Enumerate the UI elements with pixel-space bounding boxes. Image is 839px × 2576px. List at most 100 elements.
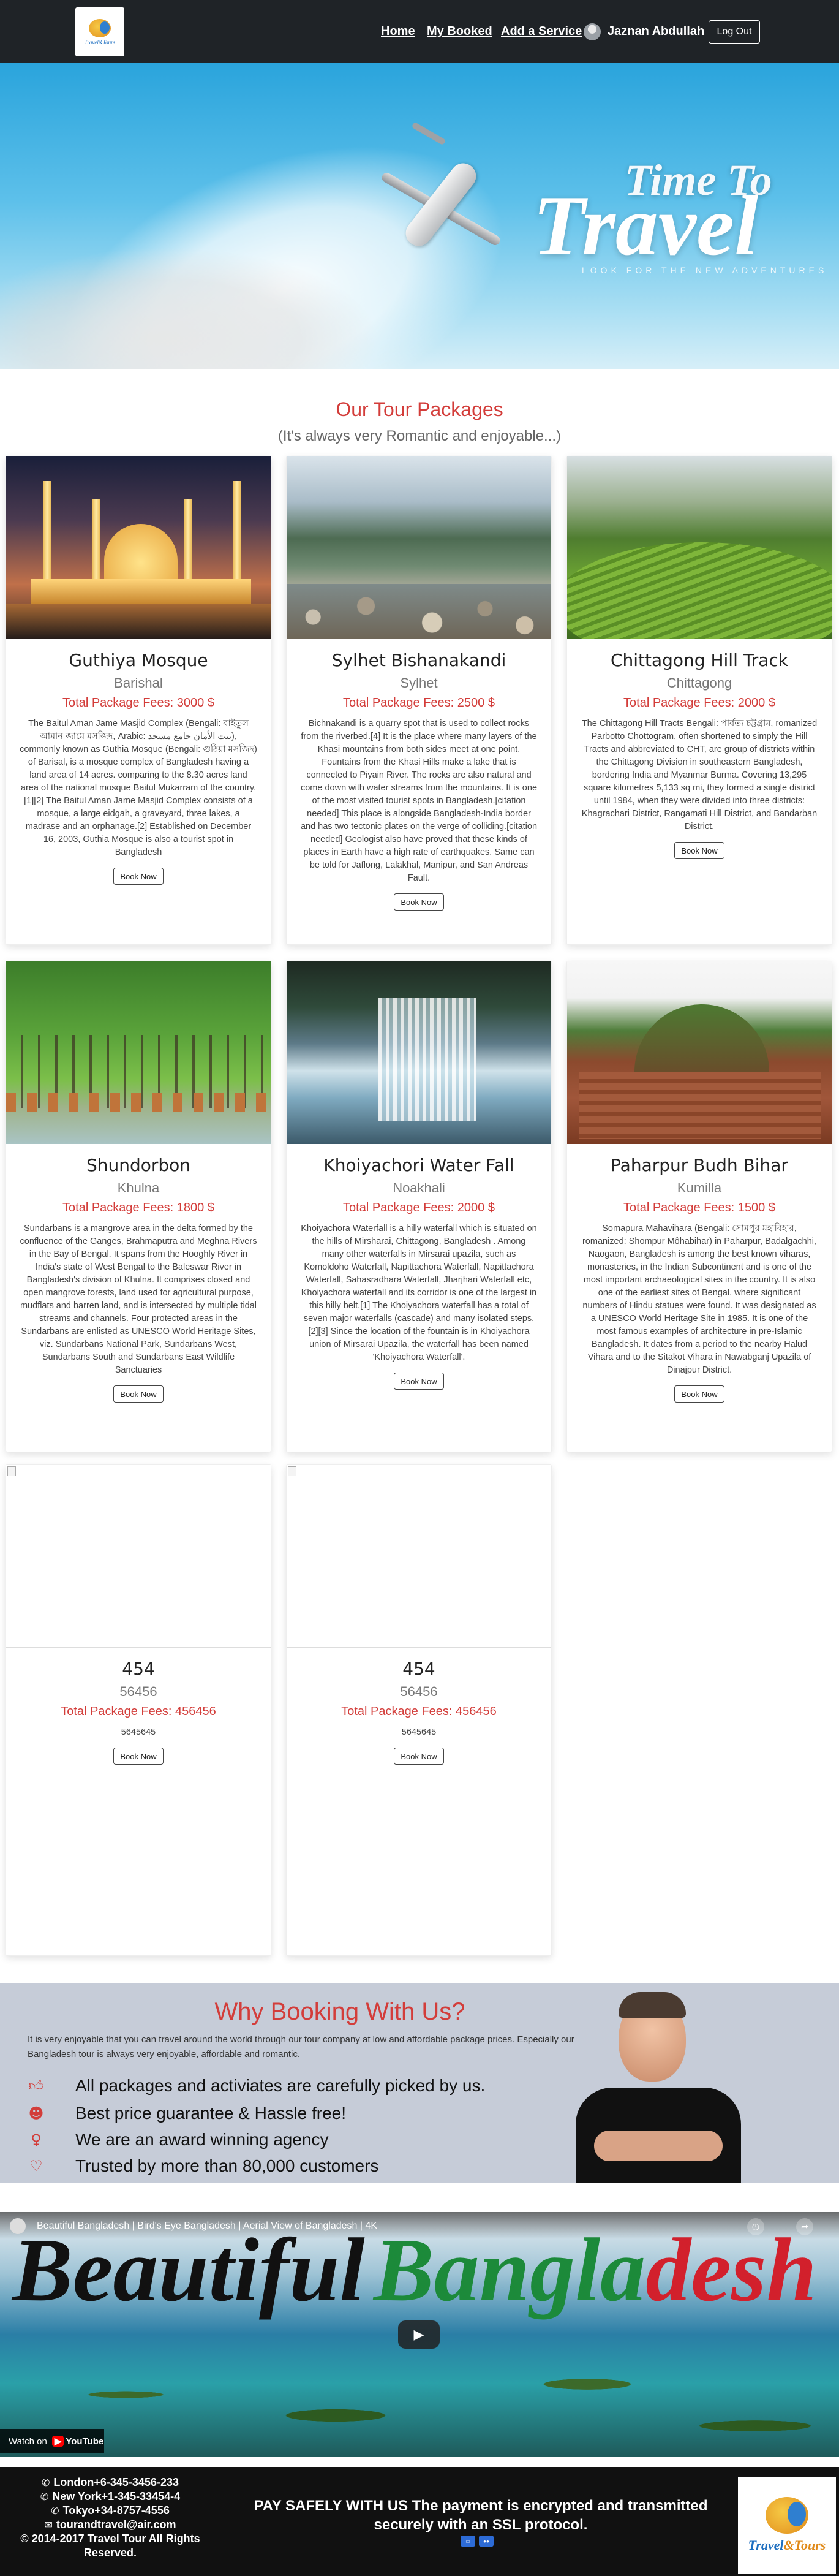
contact-text: London+6-345-3456-233	[53, 2476, 179, 2488]
book-now-button[interactable]: Book Now	[113, 1385, 164, 1403]
contact-new-york: ✆ New York+1-345-33454-4	[12, 2490, 208, 2504]
package-card: Khoiyachori Water Fall Noakhali Total Pa…	[286, 961, 552, 1452]
package-image-mosque	[6, 456, 271, 639]
package-image-sundarbans	[6, 961, 271, 1144]
youtube-label: YouTube	[66, 2436, 104, 2447]
youtube-play-icon: ▶	[51, 2436, 64, 2447]
hero-banner: Time To Travel LOOK FOR THE NEW ADVENTUR…	[0, 63, 839, 369]
page: Travel&Tours Home My Booked Add a Servic…	[0, 0, 839, 2576]
nav-link-home[interactable]: Home	[381, 25, 415, 39]
package-name: Chittagong Hill Track	[610, 650, 789, 670]
channel-avatar[interactable]	[10, 2218, 26, 2234]
package-name: Khoiyachori Water Fall	[323, 1155, 514, 1175]
book-now-button[interactable]: Book Now	[394, 1748, 444, 1765]
package-card: Shundorbon Khulna Total Package Fees: 18…	[6, 961, 271, 1452]
package-name: Sylhet Bishanakandi	[331, 650, 506, 670]
clock-icon[interactable]: ◷	[747, 2218, 764, 2235]
package-name: Paharpur Budh Bihar	[611, 1155, 788, 1175]
package-description: The Baitul Aman Jame Masjid Complex (Ben…	[20, 719, 257, 857]
site-logo[interactable]: Travel&Tours	[75, 7, 124, 56]
credit-card-icon: ▭	[461, 2536, 475, 2547]
package-description: Sundarbans is a mangrove area in the del…	[20, 1224, 257, 1375]
video-title[interactable]: Beautiful Bangladesh | Bird's Eye Bangla…	[37, 2221, 377, 2232]
contact-text: tourandtravel@air.com	[56, 2518, 176, 2531]
contact-info: ✆ London+6-345-3456-233 ✆ New York+1-345-3…	[12, 2476, 208, 2560]
package-image-paharpur	[567, 961, 832, 1144]
footer-logo[interactable]: Travel&Tours	[738, 2477, 836, 2574]
package-location: Barishal	[114, 675, 163, 691]
footer: ✆ London+6-345-3456-233 ✆ New York+1-345-3…	[0, 2467, 839, 2576]
book-now-button[interactable]: Book Now	[113, 868, 164, 885]
hero-tagline: LOOK FOR THE NEW ADVENTURES	[582, 265, 828, 275]
broken-image-icon	[288, 1466, 296, 1476]
package-location: Khulna	[117, 1180, 160, 1195]
book-now-button[interactable]: Book Now	[394, 893, 444, 911]
packages-title: Our Tour Packages	[336, 398, 503, 420]
package-card: Paharpur Budh Bihar Kumilla Total Packag…	[566, 961, 832, 1452]
package-location: 56456	[119, 1684, 157, 1699]
package-card: 454 56456 Total Package Fees: 456456 564…	[286, 1464, 552, 1956]
package-card: Chittagong Hill Track Chittagong Total P…	[566, 456, 832, 945]
package-fee: Total Package Fees: 456456	[61, 1705, 216, 1718]
youtube-video-embed[interactable]: Beautiful Bangladesh Beautiful Banglades…	[0, 2212, 839, 2457]
book-now-button[interactable]: Book Now	[394, 1373, 444, 1390]
footer-logo-text-orange: &Tours	[783, 2537, 826, 2553]
package-fee: Total Package Fees: 2500 $	[343, 696, 495, 710]
why-item: ♡ Trusted by more than 80,000 customers	[28, 2156, 378, 2176]
package-description: 5645645	[401, 1727, 437, 1737]
heart-icon: ♡	[29, 2157, 43, 2175]
spokesperson-photo	[576, 1983, 741, 2183]
footer-logo-text: Travel&Tours	[748, 2537, 826, 2553]
logo-mark-icon	[89, 18, 111, 37]
package-name: Guthiya Mosque	[69, 650, 208, 670]
package-image-broken	[6, 1465, 271, 1648]
package-location: 56456	[400, 1684, 438, 1699]
package-fee: Total Package Fees: 2000 $	[623, 696, 775, 710]
contact-tokyo: ✆ Tokyo+34-8757-4556	[12, 2504, 208, 2518]
package-fee: Total Package Fees: 456456	[341, 1705, 497, 1718]
package-fee: Total Package Fees: 2000 $	[343, 1201, 495, 1214]
book-now-button[interactable]: Book Now	[674, 842, 724, 859]
why-text: It is very enjoyable that you can travel…	[28, 2034, 574, 2059]
package-image-sylhet	[287, 456, 551, 639]
nav-link-add-service[interactable]: Add a Service	[501, 25, 582, 39]
footer-logo-text-blue: Travel	[748, 2537, 784, 2553]
play-button[interactable]: ▶	[398, 2320, 440, 2349]
package-name: 454	[122, 1659, 155, 1679]
email-icon: ✉	[44, 2519, 53, 2531]
watch-on-youtube-button[interactable]: Watch on ▶ YouTube	[0, 2429, 104, 2453]
why-item-label: Best price guarantee & Hassle free!	[75, 2104, 347, 2123]
award-icon: ♀	[31, 2131, 42, 2148]
youtube-logo: ▶ YouTube	[51, 2436, 104, 2447]
broken-image-icon	[7, 1466, 16, 1476]
package-fee: Total Package Fees: 1500 $	[623, 1201, 775, 1214]
package-location: Kumilla	[677, 1180, 722, 1195]
package-fee: Total Package Fees: 1800 $	[62, 1201, 214, 1214]
package-fee: Total Package Fees: 3000 $	[62, 696, 214, 710]
why-item: 👍︎ All packages and activiates are caref…	[28, 2075, 485, 2096]
nav-link-my-booked[interactable]: My Booked	[427, 25, 492, 39]
copyright: © 2014-2017 Travel Tour All Rights Reser…	[12, 2532, 208, 2560]
book-now-button[interactable]: Book Now	[113, 1748, 164, 1765]
video-landscape	[0, 2353, 839, 2457]
packages-subtitle: (It's always very Romantic and enjoyable…	[277, 428, 562, 444]
phone-icon: ✆	[42, 2477, 50, 2488]
package-description: Khoiyachora Waterfall is a hilly waterfa…	[301, 1224, 537, 1362]
why-item: ♀ We are an award winning agency	[28, 2129, 329, 2150]
share-icon[interactable]: ➦	[796, 2218, 813, 2235]
package-image-chittagong	[567, 456, 832, 639]
package-location: Noakhali	[393, 1180, 445, 1195]
why-item-label: We are an award winning agency	[75, 2130, 329, 2149]
logout-button[interactable]: Log Out	[709, 20, 760, 44]
package-name: Shundorbon	[86, 1155, 191, 1175]
package-description: The Chittagong Hill Tracts Bengali: পার্…	[581, 719, 818, 832]
why-booking-section: Why Booking With Us? It is very enjoyabl…	[0, 1983, 839, 2183]
contact-text: Tokyo+34-8757-4556	[62, 2504, 170, 2517]
watch-on-label: Watch on	[9, 2436, 47, 2447]
book-now-button[interactable]: Book Now	[674, 1385, 724, 1403]
phone-icon: ✆	[51, 2505, 59, 2517]
why-item-label: Trusted by more than 80,000 customers	[75, 2156, 379, 2175]
contact-email[interactable]: ✉ tourandtravel@air.com	[12, 2518, 208, 2532]
package-card: 454 56456 Total Package Fees: 456456 564…	[6, 1464, 271, 1956]
user-avatar[interactable]	[584, 23, 601, 40]
